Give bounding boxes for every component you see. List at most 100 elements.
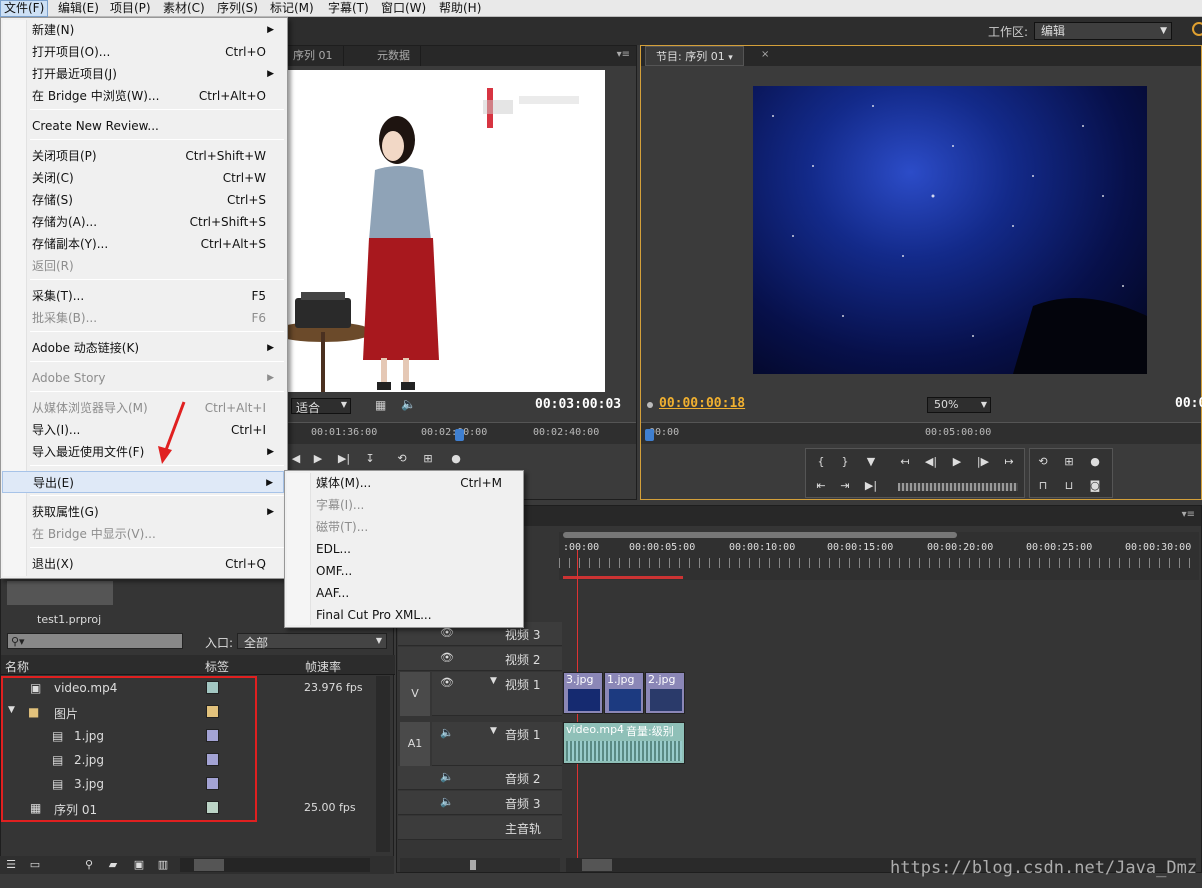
speaker-icon[interactable]: 🔈 — [440, 795, 454, 808]
submenu-item[interactable]: 媒体(M)... Ctrl+M — [286, 472, 520, 494]
eye-icon[interactable]: 👁 — [440, 651, 454, 664]
menu-edit[interactable]: 编辑(E) — [55, 0, 102, 17]
zoom-slider[interactable] — [400, 858, 560, 872]
column-fps[interactable]: 帧速率 — [305, 658, 341, 675]
search-input[interactable]: ⚲▾ — [7, 633, 183, 649]
menu-item[interactable]: 导入(I)... Ctrl+I — [2, 419, 284, 441]
clip-image[interactable]: 2.jpg — [645, 672, 685, 714]
workspace-select[interactable]: 编辑 ▼ — [1034, 22, 1172, 40]
speaker-icon[interactable]: 🔈 — [440, 770, 454, 783]
track-video-1[interactable]: 👁 ▼ 视频 1 — [432, 672, 562, 716]
mark-in-icon[interactable]: { — [814, 455, 828, 469]
lift-clip-icon[interactable]: ⊓ — [1036, 479, 1050, 493]
filmstrip-icon[interactable]: ▦ — [375, 398, 386, 412]
menu-file[interactable]: 文件(F) — [0, 0, 49, 17]
clip-image[interactable]: 1.jpg — [604, 672, 644, 714]
new-item-icon[interactable]: ▣ — [132, 858, 146, 872]
menu-item[interactable]: 存储为(A)... Ctrl+Shift+S — [2, 211, 284, 233]
step-forward-icon[interactable]: ▶| — [337, 452, 351, 466]
clip-image[interactable]: 3.jpg — [563, 672, 603, 714]
menu-item[interactable]: 在 Bridge 中浏览(W)... Ctrl+Alt+O — [2, 85, 284, 107]
menu-item[interactable]: 导出(E) ▶ — [2, 471, 284, 493]
program-time-ruler[interactable]: 00:00 00:05:00:00 — [641, 422, 1201, 444]
menu-item[interactable]: 获取属性(G) ▶ — [2, 501, 284, 523]
tab-sequence[interactable]: 序列 01 — [283, 46, 344, 66]
output-icon[interactable]: ● — [1088, 455, 1102, 469]
panel-menu-icon[interactable]: ▾≡ — [617, 49, 630, 60]
go-to-in-icon[interactable]: ↤ — [898, 455, 912, 469]
track-audio-1[interactable]: 🔈 ▼ 音频 1 — [432, 722, 562, 766]
footer-scrollbar[interactable] — [180, 858, 370, 872]
mark-out-icon[interactable]: } — [838, 455, 852, 469]
menu-item[interactable]: 关闭(C) Ctrl+W — [2, 167, 284, 189]
close-icon[interactable]: × — [761, 49, 769, 60]
marker-icon[interactable]: ▼ — [864, 455, 878, 469]
step-forward-icon[interactable]: |▶ — [976, 455, 990, 469]
menu-item[interactable]: 存储(S) Ctrl+S — [2, 189, 284, 211]
loop-icon[interactable]: ⟲ — [395, 452, 409, 466]
camera-icon[interactable]: ◙ — [1088, 479, 1102, 493]
help-icon[interactable] — [1192, 22, 1202, 36]
column-label[interactable]: 标签 — [205, 658, 229, 675]
work-area-bar[interactable] — [563, 532, 957, 538]
source-time-ruler[interactable]: 00:01:36:00 00:02:00:00 00:02:40:00 — [283, 422, 636, 444]
zoom-handle[interactable] — [470, 860, 476, 870]
track-audio-3[interactable]: 🔈 音频 3 — [398, 791, 562, 815]
extract-icon[interactable]: ⇥ — [838, 479, 852, 493]
icon-view-icon[interactable]: ▭ — [28, 858, 42, 872]
list-view-icon[interactable]: ☰ — [4, 858, 18, 872]
fit-dropdown[interactable]: 适合 ▼ — [291, 398, 351, 415]
trash-icon[interactable]: ▥ — [156, 858, 170, 872]
speaker-icon[interactable]: 🔈 — [401, 397, 416, 411]
menu-item[interactable]: 采集(T)... F5 — [2, 285, 284, 307]
tab-metadata[interactable]: 元数据 — [367, 46, 421, 66]
menu-item[interactable]: 导入最近使用文件(F) ▶ — [2, 441, 284, 463]
scrollbar-thumb[interactable] — [582, 859, 612, 871]
menu-item[interactable]: 打开最近项目(J) ▶ — [2, 63, 284, 85]
tab-program[interactable]: 节目: 序列 01 ▾ — [645, 46, 744, 66]
timeline-ruler[interactable]: :00:00 00:00:05:00 00:00:10:00 00:00:15:… — [559, 532, 1199, 580]
menu-marker[interactable]: 标记(M) — [267, 0, 317, 17]
collapse-icon[interactable]: ▼ — [490, 676, 497, 686]
menu-help[interactable]: 帮助(H) — [436, 0, 484, 17]
panel-menu-icon[interactable]: ▾≡ — [1182, 509, 1195, 520]
menu-sequence[interactable]: 序列(S) — [214, 0, 261, 17]
menu-clip[interactable]: 素材(C) — [160, 0, 208, 17]
track-audio-2[interactable]: 🔈 音频 2 — [398, 766, 562, 790]
collapse-icon[interactable]: ▼ — [490, 726, 497, 736]
menu-item[interactable]: 退出(X) Ctrl+Q — [2, 553, 284, 575]
submenu-item[interactable]: OMF... — [286, 560, 520, 582]
new-bin-icon[interactable]: ▰ — [106, 858, 120, 872]
submenu-item[interactable]: Final Cut Pro XML... — [286, 604, 520, 626]
insert-icon[interactable]: ↧ — [363, 452, 377, 466]
lift-icon[interactable]: ⇤ — [814, 479, 828, 493]
step-back-icon[interactable]: ◀| — [924, 455, 938, 469]
loop-icon[interactable]: ⟲ — [1036, 455, 1050, 469]
speaker-icon[interactable]: 🔈 — [440, 726, 454, 739]
eye-icon[interactable]: 👁 — [440, 676, 454, 689]
menu-item[interactable]: 新建(N) ▶ — [2, 19, 284, 41]
scrollbar-thumb[interactable] — [194, 859, 224, 871]
menu-title[interactable]: 字幕(T) — [325, 0, 372, 17]
program-current-timecode[interactable]: 00:00:00:18 — [659, 396, 745, 411]
play-icon[interactable]: ▶ — [950, 455, 964, 469]
play-icon[interactable]: ▶ — [311, 452, 325, 466]
clip-audio[interactable]: video.mp4 音量:级别 — [563, 722, 685, 764]
menu-window[interactable]: 窗口(W) — [378, 0, 429, 17]
safe-margins-icon[interactable]: ⊞ — [1062, 455, 1076, 469]
menu-item[interactable]: 存储副本(Y)... Ctrl+Alt+S — [2, 233, 284, 255]
go-to-out-icon[interactable]: ↦ — [1002, 455, 1016, 469]
menu-item[interactable]: 关闭项目(P) Ctrl+Shift+W — [2, 145, 284, 167]
source-track-v[interactable]: V — [400, 672, 430, 716]
menu-project[interactable]: 项目(P) — [107, 0, 154, 17]
step-back-icon[interactable]: ◀ — [289, 452, 303, 466]
menu-item[interactable]: 打开项目(O)... Ctrl+O — [2, 41, 284, 63]
playhead-marker[interactable] — [645, 429, 654, 441]
source-track-a1[interactable]: A1 — [400, 722, 430, 766]
track-video-2[interactable]: 👁 视频 2 — [398, 647, 562, 671]
track-master[interactable]: 主音轨 — [398, 816, 562, 840]
trim-icon[interactable]: ▶| — [864, 479, 878, 493]
submenu-item[interactable]: AAF... — [286, 582, 520, 604]
output-icon[interactable]: ● — [449, 452, 463, 466]
submenu-item[interactable]: EDL... — [286, 538, 520, 560]
